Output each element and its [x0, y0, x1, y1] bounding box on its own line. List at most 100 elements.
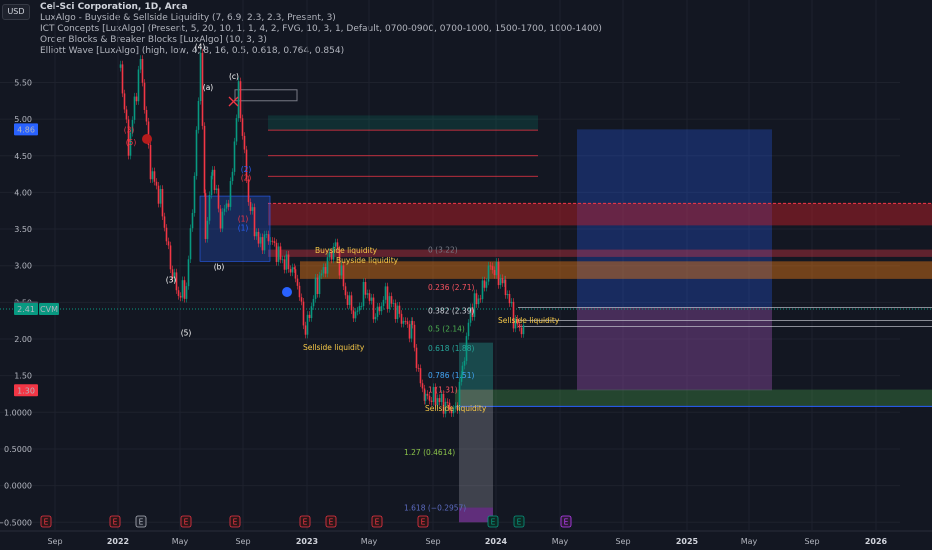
candle-body [257, 231, 260, 244]
liquidity-label: Sellside liquidity [498, 316, 560, 325]
candle-body [318, 275, 321, 295]
candle-body [137, 69, 140, 102]
candle-body [210, 175, 213, 196]
elliott-wave-label: (1) [238, 224, 249, 233]
candle-body [294, 269, 297, 279]
candle-body [267, 234, 270, 242]
fib-label: 0.618 (1.88) [428, 344, 474, 353]
candle-body [165, 227, 168, 242]
candle-body [446, 401, 449, 403]
candle-body [199, 52, 202, 101]
candle-body [463, 360, 466, 366]
candle-body [382, 299, 385, 307]
candle-body [352, 310, 355, 319]
time-tick-label: 2026 [865, 537, 888, 546]
candle-body [135, 96, 138, 102]
candle-body [187, 259, 190, 287]
price-badge-label: 2.41 [17, 305, 35, 314]
candle-body [149, 145, 152, 180]
liquidity-label: Buyside liquidity [336, 256, 399, 265]
candle-body [287, 254, 290, 270]
liquidity-label: Buyside liquidity [315, 246, 378, 255]
candle-body [481, 280, 484, 300]
premium-zone [268, 115, 538, 131]
candle-body [386, 286, 389, 309]
candle-body [348, 295, 351, 305]
close-icon [228, 96, 239, 107]
candle-body [293, 267, 296, 270]
candle-body [499, 278, 502, 286]
candle-body [350, 295, 353, 311]
time-tick-label: 2022 [107, 537, 129, 546]
candle-body [139, 58, 142, 70]
candle-body [271, 240, 274, 242]
candle-body [123, 93, 126, 110]
candle-body [279, 246, 282, 260]
candle-body [193, 175, 196, 213]
time-tick-label: May [361, 537, 378, 546]
candle-body [501, 278, 504, 284]
candle-body [372, 297, 375, 320]
time-tick-label: 2025 [676, 537, 699, 546]
price-tick-label: 0.0000 [4, 482, 32, 491]
candle-body [392, 303, 395, 305]
candle-body [384, 286, 387, 300]
earnings-marker-label: E [113, 518, 118, 527]
time-tick-label: Sep [425, 537, 440, 546]
candle-body [402, 320, 405, 324]
fib-label: 1.618 (−0.2957) [404, 503, 466, 512]
candle-body [167, 241, 170, 246]
candle-body [485, 281, 488, 288]
liquidity-label: Sellside liquidity [303, 343, 365, 352]
candle-body [125, 109, 128, 120]
candle-body [354, 311, 357, 319]
candle-body [197, 100, 200, 130]
candle-body [483, 280, 486, 288]
candle-body [419, 368, 422, 384]
price-chart[interactable]: 0 (3.22) 0.236 (2.71) 0.382 (2.39) 0.5 (2.1… [0, 0, 932, 550]
candle-body [424, 393, 427, 401]
candle-body [121, 64, 124, 94]
earnings-marker-label: E [421, 518, 426, 527]
candle-body [394, 303, 397, 320]
time-axis: Sep 2022 May Sep 2023 May Sep 2024 May Sep 2025 May… [0, 530, 932, 546]
candle-body [374, 316, 377, 320]
time-tick-label: Sep [804, 537, 819, 546]
candle-body [326, 257, 329, 274]
fib-label: 0.786 (1.51) [428, 371, 474, 380]
candle-body [235, 118, 238, 142]
elliott-wave-label: (5) [181, 328, 192, 337]
candle-body [430, 400, 433, 402]
candle-body [404, 320, 407, 322]
earnings-marker-label: E [517, 518, 522, 527]
candle-body [304, 325, 307, 335]
candle-body [497, 261, 500, 286]
candle-body [396, 305, 399, 320]
earnings-markers: EEEEEEEEEEEE [40, 515, 572, 528]
candle-body [239, 81, 242, 119]
candle-body [479, 298, 482, 300]
earnings-marker-label: E [491, 518, 496, 527]
candle-body [151, 171, 154, 180]
price-tick-label: 1.0000 [4, 408, 32, 417]
candle-body [169, 245, 172, 270]
candle-body [388, 296, 391, 309]
candle-body [413, 324, 416, 348]
candle-body [195, 129, 198, 176]
candle-body [223, 208, 226, 212]
candle-body [157, 185, 160, 204]
price-tick-label: 3.00 [14, 262, 32, 271]
candle-body [229, 181, 232, 207]
candle-body [145, 109, 148, 122]
ticker-badge-label: CVM [40, 305, 58, 314]
candle-body [285, 254, 288, 270]
price-tick-label: 2.00 [14, 335, 32, 344]
elliott-wave-label: (a) [203, 83, 214, 92]
candle-body [364, 281, 367, 295]
candle-body [185, 286, 188, 299]
candle-body [356, 310, 359, 312]
time-tick-label: Sep [615, 537, 630, 546]
candle-body [510, 301, 513, 304]
candle-body [183, 280, 186, 299]
elliott-wave-label: (4) [195, 42, 206, 51]
